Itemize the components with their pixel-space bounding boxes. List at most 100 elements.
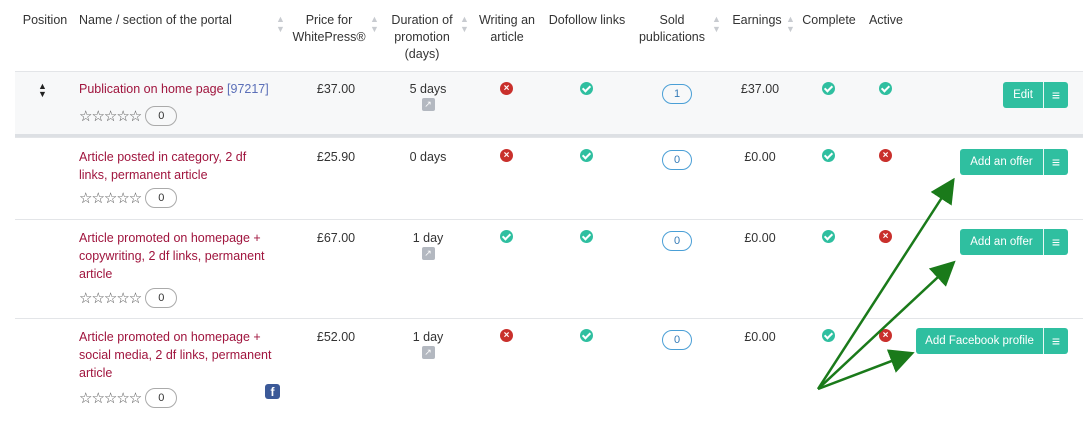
row-duration: 0 days bbox=[409, 150, 447, 164]
row-price: £52.00 bbox=[316, 330, 356, 344]
row-name[interactable]: Article promoted on homepage + copywriti… bbox=[79, 229, 284, 283]
hamburger-menu-icon[interactable]: ≡ bbox=[1043, 149, 1068, 175]
col-writing-label-2: article bbox=[490, 30, 524, 44]
sort-icon[interactable]: ▲ ▼ bbox=[712, 14, 721, 34]
col-complete-label: Complete bbox=[802, 13, 856, 27]
col-complete: Complete bbox=[800, 12, 858, 29]
sort-icon[interactable]: ▲ ▼ bbox=[276, 14, 285, 34]
cross-circle-icon: × bbox=[879, 230, 892, 243]
row-name-line: article bbox=[79, 366, 113, 380]
row-name-text: Publication on home page bbox=[79, 82, 228, 96]
row-duration: 5 days ↗ bbox=[384, 82, 472, 111]
rating-count: 0 bbox=[145, 188, 178, 208]
check-circle-icon bbox=[580, 230, 593, 243]
col-duration[interactable]: Duration of promotion (days) bbox=[384, 12, 460, 63]
sort-icon[interactable]: ▲ ▼ bbox=[786, 14, 795, 34]
row-name[interactable]: Publication on home page [97217] bbox=[79, 80, 284, 98]
hamburger-menu-icon[interactable]: ≡ bbox=[1043, 82, 1068, 108]
external-link-icon[interactable]: ↗ bbox=[421, 247, 435, 260]
col-earnings-label: Earnings bbox=[732, 13, 782, 27]
row-name[interactable]: Article posted in category, 2 df links, … bbox=[79, 148, 284, 184]
check-circle-icon bbox=[879, 82, 892, 95]
row-name-line: copywriting, 2 df links, permanent bbox=[79, 249, 265, 263]
sort-icon[interactable]: ▲ ▼ bbox=[460, 14, 469, 34]
facebook-icon[interactable]: f bbox=[265, 384, 280, 399]
hamburger-menu-icon[interactable]: ≡ bbox=[1043, 328, 1068, 354]
cross-circle-icon: × bbox=[500, 149, 513, 162]
rating-count: 0 bbox=[145, 106, 178, 126]
rating: ☆☆☆☆☆ 0 bbox=[79, 106, 178, 126]
cross-circle-icon: × bbox=[500, 329, 513, 342]
col-price-label-2: WhitePress® bbox=[292, 30, 366, 44]
rating: ☆☆☆☆☆ 0 bbox=[79, 188, 178, 208]
add-offer-button[interactable]: Add an offer bbox=[960, 229, 1043, 255]
star-rating-icon: ☆☆☆☆☆ bbox=[79, 290, 142, 307]
col-earnings[interactable]: Earnings bbox=[728, 12, 786, 29]
row-duration-text: 1 day bbox=[412, 330, 444, 344]
hamburger-menu-icon[interactable]: ≡ bbox=[1043, 229, 1068, 255]
row-earnings: £0.00 bbox=[744, 150, 776, 164]
row-price: £37.00 bbox=[316, 82, 356, 96]
drag-handle-icon[interactable]: ▲ ▼ bbox=[38, 82, 47, 99]
col-writing-label-1: Writing an bbox=[478, 13, 536, 27]
check-circle-icon bbox=[580, 149, 593, 162]
rating-count: 0 bbox=[145, 288, 178, 308]
col-duration-label-1: Duration of bbox=[391, 13, 453, 27]
row-earnings: £37.00 bbox=[740, 82, 780, 96]
col-dofollow-label: Dofollow links bbox=[548, 13, 626, 27]
sold-pill[interactable]: 0 bbox=[662, 330, 692, 350]
sold-pill[interactable]: 0 bbox=[662, 150, 692, 170]
row-name-line: Article promoted on homepage + bbox=[79, 330, 261, 344]
sold-pill[interactable]: 1 bbox=[662, 84, 692, 104]
rating-count: 0 bbox=[145, 388, 178, 408]
sold-count[interactable]: 0 bbox=[662, 231, 692, 251]
external-link-icon[interactable]: ↗ bbox=[421, 346, 435, 359]
check-circle-icon bbox=[822, 82, 835, 95]
col-active-label: Active bbox=[868, 13, 904, 27]
check-circle-icon bbox=[580, 329, 593, 342]
row-price: £67.00 bbox=[316, 231, 356, 245]
check-circle-icon bbox=[822, 230, 835, 243]
sold-count[interactable]: 0 bbox=[662, 330, 692, 350]
check-circle-icon bbox=[580, 82, 593, 95]
col-writing: Writing an article bbox=[474, 12, 540, 46]
col-duration-label-2: promotion bbox=[394, 30, 450, 44]
check-circle-icon bbox=[822, 329, 835, 342]
sort-icon[interactable]: ▲ ▼ bbox=[370, 14, 379, 34]
row-name-line: article bbox=[79, 267, 113, 281]
col-dofollow: Dofollow links bbox=[543, 12, 631, 29]
row-name[interactable]: Article promoted on homepage + social me… bbox=[79, 328, 284, 382]
row-id: [97217] bbox=[227, 82, 269, 96]
col-name[interactable]: Name / section of the portal bbox=[79, 12, 279, 29]
table-header: Position Name / section of the portal ▲ ▼… bbox=[0, 0, 1083, 72]
row-duration-text: 1 day bbox=[412, 231, 444, 245]
cross-circle-icon: × bbox=[500, 82, 513, 95]
col-sold[interactable]: Sold publications bbox=[634, 12, 710, 46]
rating: ☆☆☆☆☆ 0 bbox=[79, 388, 178, 408]
cross-circle-icon: × bbox=[879, 149, 892, 162]
row-earnings: £0.00 bbox=[744, 231, 776, 245]
external-link-icon[interactable]: ↗ bbox=[421, 98, 435, 111]
star-rating-icon: ☆☆☆☆☆ bbox=[79, 108, 142, 125]
sold-pill[interactable]: 0 bbox=[662, 231, 692, 251]
col-active: Active bbox=[866, 12, 906, 29]
add-facebook-profile-button[interactable]: Add Facebook profile bbox=[916, 328, 1043, 354]
row-earnings: £0.00 bbox=[744, 330, 776, 344]
col-price[interactable]: Price for WhitePress® bbox=[288, 12, 370, 46]
row-name-line: Article promoted on homepage + bbox=[79, 231, 261, 245]
row-name-line: social media, 2 df links, permanent bbox=[79, 348, 272, 362]
rating: ☆☆☆☆☆ 0 bbox=[79, 288, 178, 308]
col-sold-label-2: publications bbox=[638, 30, 705, 44]
col-duration-label-3: (days) bbox=[404, 47, 440, 61]
col-position[interactable]: Position bbox=[22, 12, 68, 29]
star-rating-icon: ☆☆☆☆☆ bbox=[79, 190, 142, 207]
sold-count[interactable]: 1 bbox=[662, 84, 692, 104]
col-sold-label-1: Sold bbox=[659, 13, 685, 27]
check-circle-icon bbox=[822, 149, 835, 162]
row-name-line: links, permanent article bbox=[79, 168, 208, 182]
edit-button[interactable]: Edit bbox=[1003, 82, 1043, 108]
row-price: £25.90 bbox=[316, 150, 356, 164]
sold-count[interactable]: 0 bbox=[662, 150, 692, 170]
cross-circle-icon: × bbox=[879, 329, 892, 342]
add-offer-button[interactable]: Add an offer bbox=[960, 149, 1043, 175]
